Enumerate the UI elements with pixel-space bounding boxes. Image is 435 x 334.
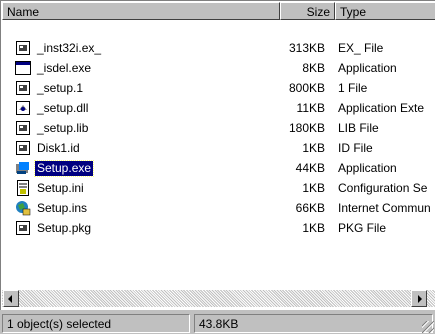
file-name: Setup.pkg	[37, 221, 92, 235]
document-icon	[15, 40, 31, 56]
column-header-size[interactable]: Size	[280, 2, 335, 20]
setup-app-icon	[15, 160, 31, 176]
column-type-label: Type	[340, 5, 367, 19]
document-icon	[15, 220, 31, 236]
file-type: Application	[338, 61, 397, 75]
file-name: Disk1.id	[37, 141, 80, 155]
file-type: Application	[338, 161, 397, 175]
file-name: _setup.dll	[37, 101, 89, 115]
file-name: _setup.lib	[37, 121, 89, 135]
file-name: Setup.exe	[33, 160, 95, 177]
dll-icon	[15, 100, 31, 116]
status-size-text: 43.8KB	[199, 317, 239, 331]
file-row[interactable]: Setup.exe 44KB Application	[2, 159, 435, 179]
file-row[interactable]: Setup.pkg 1KB PKG File	[2, 219, 435, 239]
file-size: 800KB	[288, 81, 325, 95]
column-header-name[interactable]: Name	[2, 2, 280, 20]
file-name: _inst32i.ex_	[37, 41, 102, 55]
file-size: 11KB	[296, 101, 325, 115]
file-name: Setup.ins	[37, 201, 88, 215]
file-type: ID File	[338, 141, 373, 155]
status-bar: 1 object(s) selected 43.8KB	[0, 312, 435, 334]
right-arrow-icon	[418, 295, 422, 303]
file-name: _isdel.exe	[37, 61, 92, 75]
file-row[interactable]: _setup.dll 11KB Application Exte	[2, 99, 435, 119]
file-size: 44KB	[295, 161, 325, 175]
document-icon	[15, 120, 31, 136]
scroll-right-button[interactable]	[411, 290, 427, 307]
status-size-panel: 43.8KB	[194, 314, 433, 333]
file-type: PKG File	[338, 221, 387, 235]
file-type: EX_ File	[338, 41, 384, 55]
file-type: Application Exte	[338, 101, 425, 115]
config-file-icon	[15, 180, 31, 196]
column-name-label: Name	[7, 5, 40, 19]
file-row[interactable]: _setup.lib 180KB LIB File	[2, 119, 435, 139]
file-list-view[interactable]: Name Size Type _inst32i.ex_ 313KB EX_ File…	[0, 0, 435, 310]
file-rows: _inst32i.ex_ 313KB EX_ File _isdel.exe 8KB Ap…	[2, 39, 435, 239]
document-icon	[15, 80, 31, 96]
horizontal-scrollbar[interactable]	[2, 290, 435, 307]
window-app-icon	[15, 60, 31, 76]
file-row[interactable]: Setup.ins 66KB Internet Commun	[2, 199, 435, 219]
file-size: 1KB	[302, 221, 325, 235]
file-row[interactable]: Setup.ini 1KB Configuration Se	[2, 179, 435, 199]
file-size: 1KB	[302, 141, 325, 155]
left-arrow-icon	[8, 295, 12, 303]
file-type: 1 File	[338, 81, 368, 95]
file-name: Setup.ini	[37, 181, 84, 195]
status-selection-text: 1 object(s) selected	[7, 317, 112, 331]
file-name: _setup.1	[37, 81, 84, 95]
status-selection-panel: 1 object(s) selected	[2, 314, 190, 333]
file-row[interactable]: _inst32i.ex_ 313KB EX_ File	[2, 39, 435, 59]
file-size: 8KB	[302, 61, 325, 75]
column-size-label: Size	[306, 5, 330, 19]
file-type: Internet Commun	[338, 201, 431, 215]
column-header-type[interactable]: Type	[335, 2, 435, 20]
internet-file-icon	[15, 200, 31, 216]
file-size: 66KB	[295, 201, 325, 215]
resize-grip-icon[interactable]	[422, 321, 434, 333]
file-size: 313KB	[288, 41, 325, 55]
file-row[interactable]: _isdel.exe 8KB Application	[2, 59, 435, 79]
file-size: 180KB	[288, 121, 325, 135]
file-size: 1KB	[302, 181, 325, 195]
scroll-left-button[interactable]	[3, 290, 19, 307]
file-type: Configuration Se	[338, 181, 428, 195]
file-row[interactable]: Disk1.id 1KB ID File	[2, 139, 435, 159]
document-icon	[15, 140, 31, 156]
file-row[interactable]: _setup.1 800KB 1 File	[2, 79, 435, 99]
column-header: Name Size Type	[2, 2, 435, 20]
file-type: LIB File	[338, 121, 379, 135]
